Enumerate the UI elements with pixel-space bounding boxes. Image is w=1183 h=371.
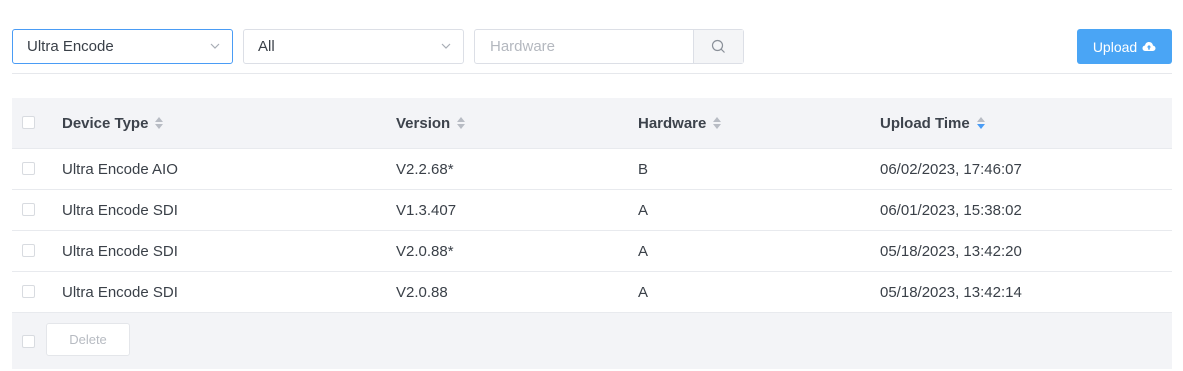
- cell-upload-time: 05/18/2023, 13:42:14: [880, 283, 1022, 301]
- upload-button[interactable]: Upload: [1077, 29, 1172, 64]
- delete-button[interactable]: Delete: [46, 323, 130, 356]
- select-all-checkbox[interactable]: [22, 116, 35, 129]
- row-checkbox[interactable]: [22, 285, 35, 298]
- sort-icon: [713, 117, 722, 129]
- cell-device-type: Ultra Encode SDI: [62, 283, 178, 301]
- column-label: Device Type: [62, 114, 149, 132]
- column-label: Version: [396, 114, 451, 132]
- row-checkbox[interactable]: [22, 203, 35, 216]
- type-select-value: All: [258, 38, 275, 55]
- column-header-hardware[interactable]: Hardware: [638, 98, 722, 148]
- cell-hardware: B: [638, 160, 649, 178]
- toolbar-divider: [12, 73, 1172, 74]
- search-button[interactable]: [693, 30, 743, 63]
- column-header-version[interactable]: Version: [396, 98, 466, 148]
- device-type-select[interactable]: Ultra Encode: [12, 29, 233, 64]
- cell-device-type: Ultra Encode AIO: [62, 160, 178, 178]
- column-label: Hardware: [638, 114, 707, 132]
- cell-hardware: A: [638, 242, 649, 260]
- hardware-search-input[interactable]: [475, 30, 694, 63]
- row-checkbox[interactable]: [22, 162, 35, 175]
- column-label: Upload Time: [880, 114, 970, 132]
- sort-icon: [457, 117, 466, 129]
- cell-version: V2.0.88*: [396, 242, 454, 260]
- cell-version: V2.2.68*: [396, 160, 454, 178]
- table-row[interactable]: Ultra Encode AIO V2.2.68* B 06/02/2023, …: [12, 149, 1172, 190]
- type-select[interactable]: All: [243, 29, 464, 64]
- hardware-search: [474, 29, 744, 64]
- row-checkbox[interactable]: [22, 244, 35, 257]
- cell-upload-time: 05/18/2023, 13:42:20: [880, 242, 1022, 260]
- table-row[interactable]: Ultra Encode SDI V2.0.88* A 05/18/2023, …: [12, 231, 1172, 272]
- column-header-upload-time[interactable]: Upload Time: [880, 98, 986, 148]
- cell-version: V1.3.407: [396, 201, 457, 219]
- cell-hardware: A: [638, 283, 649, 301]
- cell-device-type: Ultra Encode SDI: [62, 242, 178, 260]
- chevron-down-icon: [441, 43, 451, 49]
- cell-hardware: A: [638, 201, 649, 219]
- cell-upload-time: 06/01/2023, 15:38:02: [880, 201, 1022, 219]
- chevron-down-icon: [210, 43, 220, 49]
- table-footer: Delete: [12, 313, 1172, 369]
- table-header: Device Type Version Hardware Upload Time: [12, 98, 1172, 149]
- cell-device-type: Ultra Encode SDI: [62, 201, 178, 219]
- filter-toolbar: Ultra Encode All Upload: [0, 0, 1183, 74]
- cloud-upload-icon: [1142, 42, 1156, 51]
- firmware-table: Device Type Version Hardware Upload Time…: [12, 98, 1172, 369]
- search-icon: [711, 39, 725, 53]
- upload-button-label: Upload: [1092, 38, 1138, 55]
- sort-icon: [155, 117, 164, 129]
- sort-descending-icon: [976, 117, 985, 129]
- table-row[interactable]: Ultra Encode SDI V2.0.88 A 05/18/2023, 1…: [12, 272, 1172, 313]
- column-header-device-type[interactable]: Device Type: [62, 98, 164, 148]
- cell-upload-time: 06/02/2023, 17:46:07: [880, 160, 1022, 178]
- table-row[interactable]: Ultra Encode SDI V1.3.407 A 06/01/2023, …: [12, 190, 1172, 231]
- device-type-select-value: Ultra Encode: [27, 38, 114, 55]
- cell-version: V2.0.88: [396, 283, 448, 301]
- footer-select-all-checkbox[interactable]: [22, 335, 35, 348]
